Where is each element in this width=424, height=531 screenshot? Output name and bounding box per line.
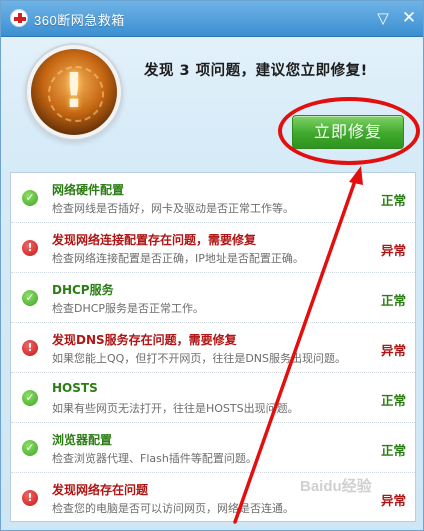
check-description: 如果有些网页无法打开，往往是HOSTS出现问题。 xyxy=(52,402,299,415)
exclamation-icon: ! xyxy=(22,340,38,356)
check-title: 网络硬件配置 xyxy=(52,183,125,197)
alert-glyph: ! xyxy=(63,63,85,119)
check-list: ✓ 网络硬件配置 检查网线是否插好，网卡及驱动是否正常工作等。 正常! 发现网络连接配置… xyxy=(10,172,416,522)
annotation-oval xyxy=(278,97,420,165)
check-title: 浏览器配置 xyxy=(52,433,113,447)
check-description: 检查网线是否插好，网卡及驱动是否正常工作等。 xyxy=(52,202,294,215)
close-icon[interactable]: ✕ xyxy=(399,9,419,27)
check-row: ✓ HOSTS 如果有些网页无法打开，往往是HOSTS出现问题。 正常 xyxy=(11,373,415,423)
check-icon: ✓ xyxy=(22,190,38,206)
exclamation-alert-icon: ! xyxy=(31,49,117,135)
red-cross-app-icon xyxy=(10,9,28,27)
check-description: 检查DHCP服务是否正常工作。 xyxy=(52,302,205,315)
check-row: ! 发现网络连接配置存在问题，需要修复检查网络连接配置是否正确，IP地址是否配置正… xyxy=(11,223,415,273)
check-title: 发现DNS服务存在问题，需要修复 xyxy=(52,333,237,347)
app-window: 360断网急救箱 ▽ ✕ ! 发现 3 项问题，建议您立即修复! 立即修复 ✓ 网… xyxy=(0,0,424,531)
check-icon: ✓ xyxy=(22,440,38,456)
check-title: 发现网络存在问题 xyxy=(52,483,149,497)
check-status: 正常 xyxy=(380,393,406,408)
check-status: 正常 xyxy=(380,293,406,308)
check-row: ✓ DHCP服务检查DHCP服务是否正常工作。 正常 xyxy=(11,273,415,323)
exclamation-icon: ! xyxy=(22,490,38,506)
check-icon: ✓ xyxy=(22,390,38,406)
check-status: 异常 xyxy=(380,343,406,358)
check-description: 检查您的电脑是否可以访问网页，网络是否连通。 xyxy=(52,502,294,515)
check-description: 如果您能上QQ，但打不开网页，往往是DNS服务出现问题。 xyxy=(52,352,346,365)
check-row: ✓ 网络硬件配置检查网线是否插好，网卡及驱动是否正常工作等。 正常 xyxy=(11,173,415,223)
check-title: 发现网络连接配置存在问题，需要修复 xyxy=(52,233,257,247)
summary-headline: 发现 3 项问题，建议您立即修复! xyxy=(144,63,368,79)
watermark: Baidu经验 xyxy=(300,478,372,495)
check-description: 检查网络连接配置是否正确，IP地址是否配置正确。 xyxy=(52,252,304,265)
exclamation-icon: ! xyxy=(22,240,38,256)
check-title: DHCP服务 xyxy=(52,283,114,297)
check-title: HOSTS xyxy=(52,381,98,395)
minimize-icon[interactable]: ▽ xyxy=(373,9,393,27)
check-status: 正常 xyxy=(380,193,406,208)
check-description: 检查浏览器代理、Flash插件等配置问题。 xyxy=(52,452,257,465)
title-bar[interactable]: 360断网急救箱 ▽ ✕ xyxy=(1,1,423,37)
check-status: 异常 xyxy=(380,493,406,508)
window-title: 360断网急救箱 xyxy=(34,13,125,28)
check-status: 异常 xyxy=(380,243,406,258)
check-icon: ✓ xyxy=(22,290,38,306)
check-row: ✓ 浏览器配置检查浏览器代理、Flash插件等配置问题。 正常 xyxy=(11,423,415,473)
check-status: 正常 xyxy=(380,443,406,458)
check-row: ! 发现DNS服务存在问题，需要修复如果您能上QQ，但打不开网页，往往是DNS服务… xyxy=(11,323,415,373)
